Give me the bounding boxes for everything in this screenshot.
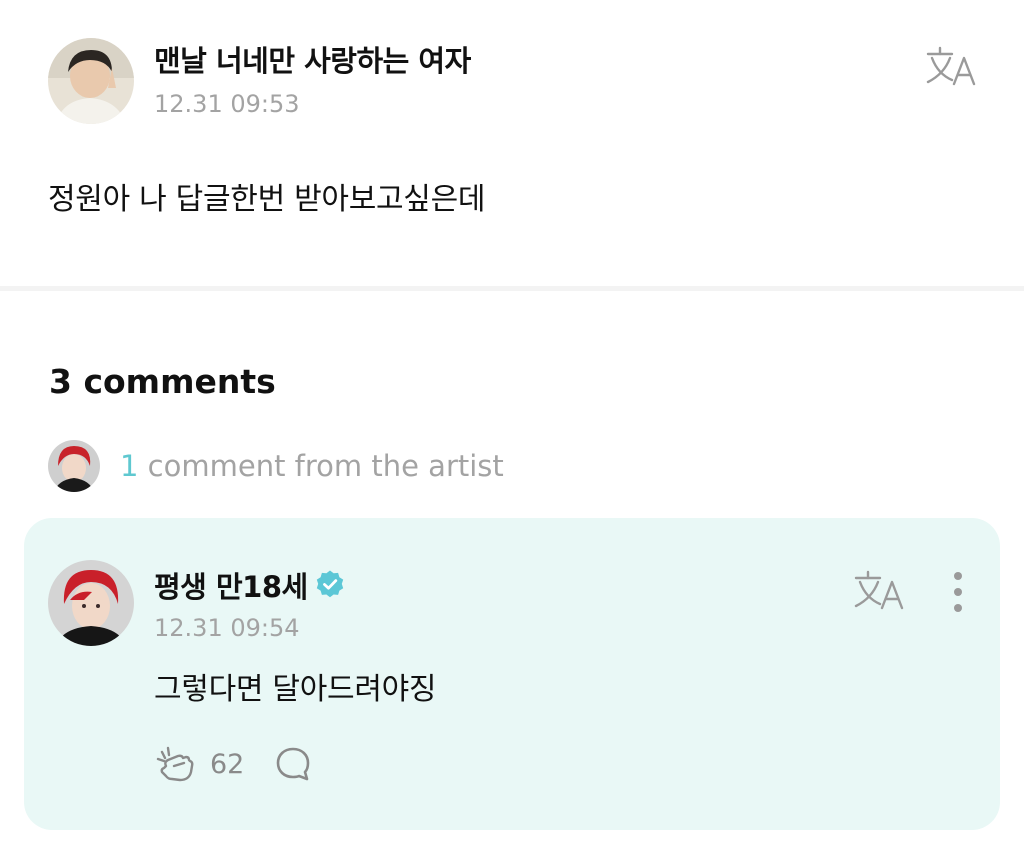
reply-bubble-icon[interactable] bbox=[274, 745, 312, 783]
comment-body: 그렇다면 달아드려야징 bbox=[154, 672, 437, 707]
comment-actions: 62 bbox=[154, 744, 312, 784]
like-count: 62 bbox=[210, 748, 245, 780]
artist-comment-card: 평생 만18세 12.31 09:54 그렇다면 달아드려야징 62 bbox=[24, 518, 1000, 830]
artist-comment-text: comment from the artist bbox=[138, 449, 504, 483]
comment-author-avatar[interactable] bbox=[48, 560, 134, 646]
like-hand-icon[interactable] bbox=[154, 744, 196, 784]
post: 맨날 너네만 사랑하는 여자 12.31 09:53 정원아 나 답글한번 받아… bbox=[0, 0, 1024, 288]
more-vertical-icon[interactable] bbox=[944, 570, 972, 614]
artist-comment-count: 1 bbox=[120, 449, 139, 483]
artist-avatar-small bbox=[48, 440, 100, 492]
post-author-avatar[interactable] bbox=[48, 38, 134, 124]
post-timestamp: 12.31 09:53 bbox=[154, 90, 300, 118]
post-author-name[interactable]: 맨날 너네만 사랑하는 여자 bbox=[154, 38, 471, 80]
comments-count-heading: 3 comments bbox=[49, 362, 276, 401]
comment-author-name[interactable]: 평생 만18세 bbox=[154, 564, 308, 606]
section-divider bbox=[0, 286, 1024, 291]
comment-translate-icon[interactable] bbox=[852, 568, 906, 612]
comment-author-row: 평생 만18세 bbox=[154, 564, 346, 606]
comment-timestamp: 12.31 09:54 bbox=[154, 614, 300, 642]
verified-badge-icon bbox=[316, 570, 343, 598]
post-body: 정원아 나 답글한번 받아보고싶은데 bbox=[48, 182, 486, 217]
translate-icon[interactable] bbox=[924, 44, 978, 88]
artist-comment-label[interactable]: 1 comment from the artist bbox=[120, 449, 504, 483]
